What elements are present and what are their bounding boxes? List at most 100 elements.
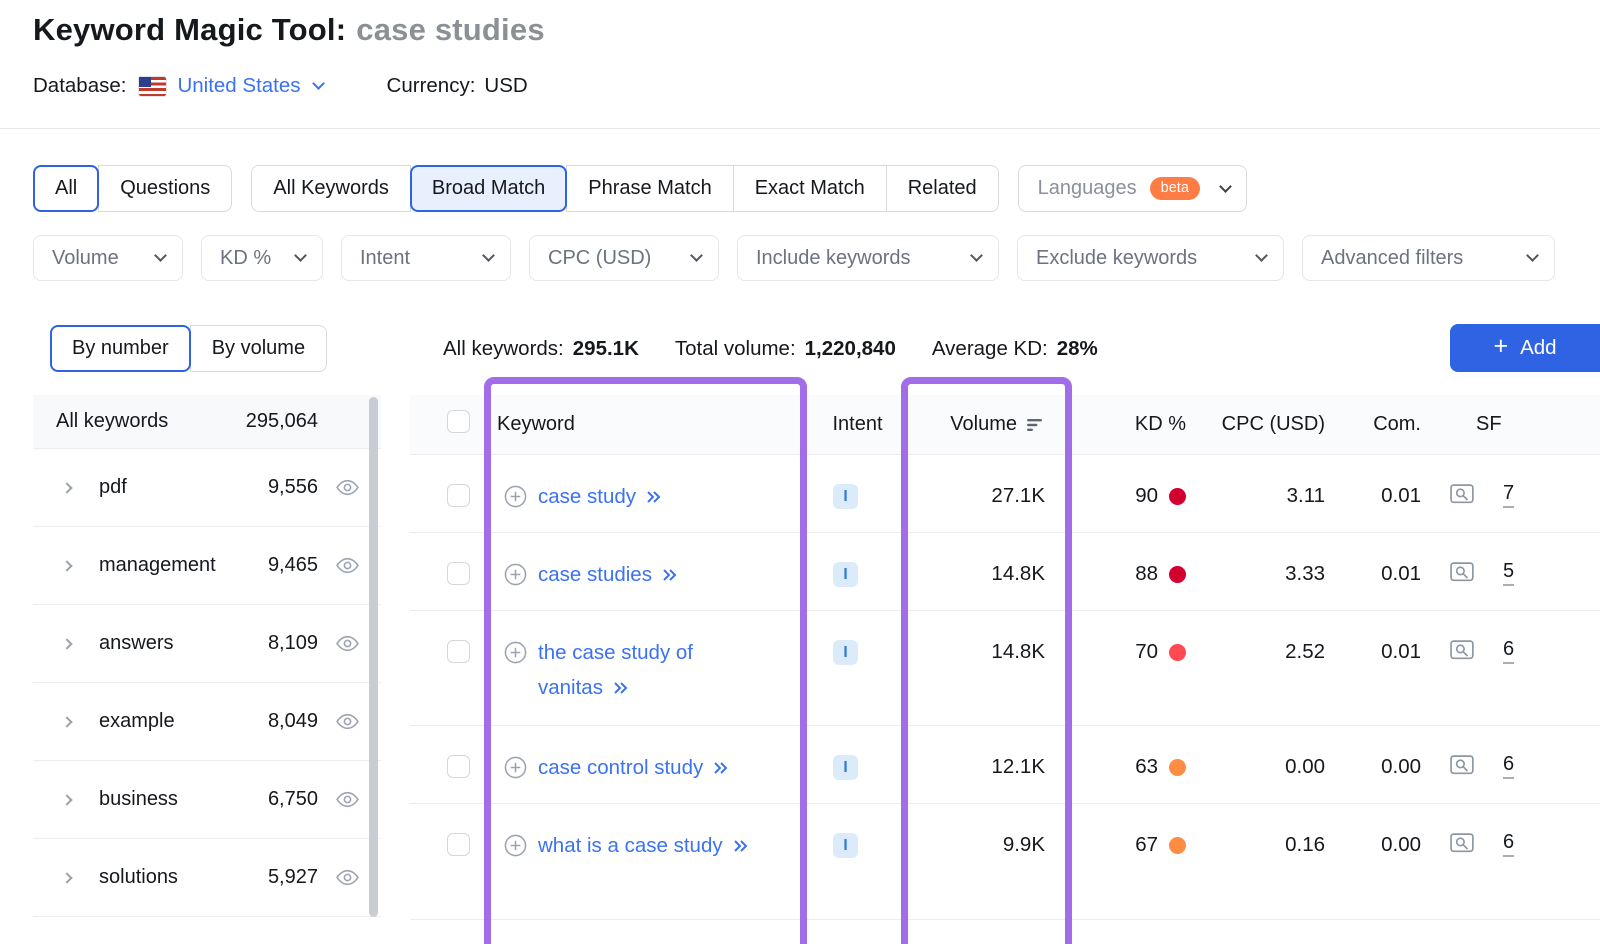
currency-group: Currency: USD: [387, 74, 528, 98]
keyword-link[interactable]: the case study of vanitas: [538, 636, 750, 706]
tab-phrase-match[interactable]: Phrase Match: [566, 165, 733, 212]
expand-keyword-icon[interactable]: [661, 568, 678, 582]
serp-preview-icon[interactable]: [1450, 755, 1477, 777]
row-checkbox[interactable]: [447, 640, 470, 663]
serp-preview-icon[interactable]: [1450, 640, 1477, 662]
tab-questions[interactable]: Questions: [98, 165, 232, 212]
row-checkbox[interactable]: [447, 833, 470, 856]
chevron-right-icon: [61, 872, 72, 883]
chevron-down-icon: [294, 249, 307, 262]
serp-preview-icon[interactable]: [1450, 562, 1477, 584]
plus-icon: +: [1493, 332, 1508, 361]
sidebar-item-management[interactable]: management 9,465: [33, 527, 381, 605]
cpc-value: 0.00: [1200, 755, 1340, 779]
sf-count[interactable]: 6: [1503, 638, 1514, 664]
cpc-filter[interactable]: CPC (USD): [529, 235, 719, 281]
keyword-link[interactable]: case study: [538, 480, 662, 515]
eye-icon[interactable]: [336, 479, 359, 496]
include-keywords-filter[interactable]: Include keywords: [737, 235, 999, 281]
table-row: case studies I 14.8K 88 3.33 0.01 5: [410, 533, 1600, 611]
chevron-right-icon: [61, 716, 72, 727]
all-keywords-label: All keywords:: [443, 337, 564, 360]
add-keyword-icon[interactable]: [504, 485, 527, 508]
eye-icon[interactable]: [336, 557, 359, 574]
sf-count[interactable]: 7: [1503, 482, 1514, 508]
cpc-value: 2.52: [1200, 640, 1340, 664]
add-keyword-icon[interactable]: [504, 834, 527, 857]
sf-count[interactable]: 5: [1503, 560, 1514, 586]
database-selector[interactable]: United States: [177, 74, 322, 98]
row-checkbox[interactable]: [447, 562, 470, 585]
intent-badge[interactable]: I: [833, 833, 858, 858]
volume-filter[interactable]: Volume: [33, 235, 183, 281]
kd-cell: 90: [1075, 484, 1200, 508]
keywords-table: Keyword Intent Volume KD % CPC (USD) Com…: [410, 395, 1600, 920]
filters-bar: Volume KD % Intent CPC (USD) Include key…: [33, 235, 1555, 281]
sidebar-item-solutions[interactable]: solutions 5,927: [33, 839, 381, 917]
tab-exact-match[interactable]: Exact Match: [733, 165, 887, 212]
expand-keyword-icon[interactable]: [732, 839, 749, 853]
page-title: Keyword Magic Tool:case studies: [33, 12, 545, 48]
sf-count[interactable]: 6: [1503, 753, 1514, 779]
sidebar-item-answers[interactable]: answers 8,109: [33, 605, 381, 683]
keyword-groups-sidebar: All keywords 295,064 pdf 9,556 managemen…: [33, 395, 381, 917]
sidebar-item-pdf[interactable]: pdf 9,556: [33, 449, 381, 527]
kd-difficulty-dot: [1169, 837, 1186, 854]
tab-all-keywords[interactable]: All Keywords: [251, 165, 411, 212]
column-header-volume[interactable]: Volume: [900, 413, 1075, 436]
toggle-by-number[interactable]: By number: [50, 325, 191, 372]
toggle-by-volume[interactable]: By volume: [190, 325, 327, 372]
com-value: 0.01: [1340, 562, 1435, 586]
expand-keyword-icon[interactable]: [645, 490, 662, 504]
column-header-sf: SF: [1435, 413, 1600, 436]
row-checkbox[interactable]: [447, 755, 470, 778]
sf-count[interactable]: 6: [1503, 831, 1514, 857]
add-keyword-icon[interactable]: [504, 563, 527, 586]
sidebar-scrollbar[interactable]: [369, 397, 378, 917]
total-volume-value: 1,220,840: [805, 337, 896, 360]
kd-cell: 67: [1075, 833, 1200, 857]
sf-cell: 6: [1435, 753, 1600, 779]
serp-preview-icon[interactable]: [1450, 484, 1477, 506]
eye-icon[interactable]: [336, 713, 359, 730]
intent-badge[interactable]: I: [833, 640, 858, 665]
com-value: 0.00: [1340, 755, 1435, 779]
intent-badge[interactable]: I: [833, 484, 858, 509]
eye-icon[interactable]: [336, 869, 359, 886]
add-button[interactable]: + Add: [1450, 324, 1600, 372]
sidebar-item-example[interactable]: example 8,049: [33, 683, 381, 761]
add-keyword-icon[interactable]: [504, 756, 527, 779]
chevron-down-icon: [154, 249, 167, 262]
intent-badge[interactable]: I: [833, 562, 858, 587]
kd-difficulty-dot: [1169, 759, 1186, 776]
keyword-link[interactable]: case control study: [538, 751, 729, 786]
average-kd-label: Average KD:: [932, 337, 1048, 360]
sidebar-header-label: All keywords: [56, 410, 168, 433]
scope-tab-group: All Questions: [33, 165, 232, 212]
row-checkbox[interactable]: [447, 484, 470, 507]
sidebar-item-business[interactable]: business 6,750: [33, 761, 381, 839]
add-keyword-icon[interactable]: [504, 641, 527, 664]
expand-keyword-icon[interactable]: [612, 681, 629, 695]
tab-related[interactable]: Related: [886, 165, 999, 212]
kd-filter[interactable]: KD %: [201, 235, 323, 281]
advanced-filters[interactable]: Advanced filters: [1302, 235, 1555, 281]
keyword-link[interactable]: case studies: [538, 558, 678, 593]
exclude-keywords-filter[interactable]: Exclude keywords: [1017, 235, 1284, 281]
keyword-link[interactable]: what is a case study: [538, 829, 749, 864]
expand-keyword-icon[interactable]: [712, 761, 729, 775]
eye-icon[interactable]: [336, 635, 359, 652]
select-all-checkbox[interactable]: [447, 410, 470, 433]
tab-all[interactable]: All: [33, 165, 99, 212]
tab-broad-match[interactable]: Broad Match: [410, 165, 567, 212]
serp-preview-icon[interactable]: [1450, 833, 1477, 855]
languages-dropdown[interactable]: Languages beta: [1018, 165, 1247, 212]
column-header-cpc: CPC (USD): [1200, 413, 1340, 436]
results-summary: All keywords:295.1K Total volume:1,220,8…: [443, 337, 1098, 361]
chevron-down-icon: [970, 249, 983, 262]
eye-icon[interactable]: [336, 791, 359, 808]
intent-badge[interactable]: I: [833, 755, 858, 780]
languages-label: Languages: [1038, 177, 1137, 200]
intent-filter[interactable]: Intent: [341, 235, 511, 281]
kd-cell: 88: [1075, 562, 1200, 586]
